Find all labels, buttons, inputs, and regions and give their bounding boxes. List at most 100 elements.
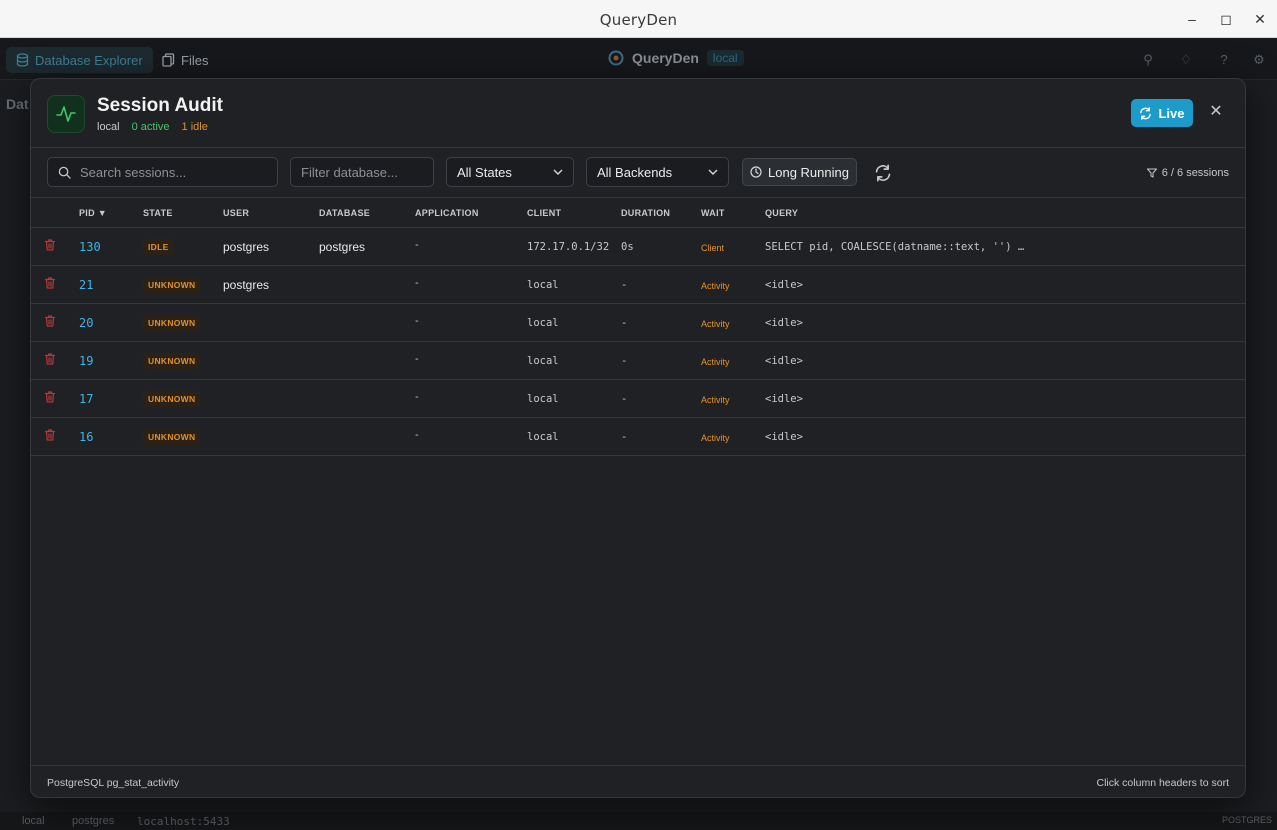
close-icon[interactable]: ✕ (1207, 103, 1225, 121)
status-connection: local (22, 815, 45, 827)
backend-select-value: All Backends (597, 164, 673, 180)
table-row[interactable]: 17 UNKNOWN - local - Activity <idle> (31, 380, 1245, 418)
table-row[interactable]: 130 IDLE postgres postgres - 172.17.0.1/… (31, 228, 1245, 266)
column-header-database[interactable]: DATABASE (319, 208, 370, 218)
duration-cell: - (621, 355, 628, 367)
footer-hint: Click column headers to sort (1096, 777, 1229, 789)
column-header-wait[interactable]: WAIT (701, 208, 725, 218)
query-cell: <idle> (765, 431, 803, 443)
trash-icon[interactable] (43, 428, 57, 442)
window-title: QueryDen (599, 11, 678, 29)
status-engine: POSTGRES (1222, 815, 1273, 825)
database-cell: postgres (319, 240, 366, 254)
pid-cell: 17 (79, 392, 94, 406)
client-cell: local (527, 393, 559, 405)
search-icon[interactable]: ⚲ (1140, 52, 1156, 68)
state-badge: UNKNOWN (143, 353, 201, 369)
application-cell: - (415, 315, 419, 327)
duration-cell: - (621, 279, 628, 291)
clock-icon (750, 166, 762, 178)
column-header-query[interactable]: QUERY (765, 208, 798, 218)
search-input[interactable] (80, 164, 260, 180)
wait-cell: Activity (701, 319, 730, 329)
column-header-pid[interactable]: PID ▼ (79, 208, 107, 218)
table-row[interactable]: 16 UNKNOWN - local - Activity <idle> (31, 418, 1245, 456)
session-audit-modal: Session Audit local 0 active 1 idle Live… (30, 78, 1246, 798)
footer-source: PostgreSQL pg_stat_activity (47, 777, 180, 789)
os-titlebar: QueryDen – ◻ ✕ (0, 0, 1277, 38)
table-row[interactable]: 20 UNKNOWN - local - Activity <idle> (31, 304, 1245, 342)
session-count: 6 / 6 sessions (1146, 167, 1229, 179)
column-header-client[interactable]: CLIENT (527, 208, 561, 218)
client-cell: local (527, 317, 559, 329)
trash-icon[interactable] (43, 238, 57, 252)
filter-toolbar: All States All Backends Long Running 6 /… (31, 148, 1245, 198)
table-body: 130 IDLE postgres postgres - 172.17.0.1/… (31, 228, 1245, 456)
column-header-application[interactable]: APPLICATION (415, 208, 479, 218)
tab-label: Database Explorer (35, 52, 143, 68)
state-badge: UNKNOWN (143, 315, 201, 331)
state-badge: UNKNOWN (143, 429, 201, 445)
column-header-state[interactable]: STATE (143, 208, 173, 218)
application-cell: - (415, 391, 419, 403)
close-window-icon[interactable]: ✕ (1250, 9, 1270, 29)
application-cell: - (415, 277, 419, 289)
status-database: postgres (72, 815, 115, 827)
trash-icon[interactable] (43, 352, 57, 366)
trash-icon[interactable] (43, 314, 57, 328)
modal-header: Session Audit local 0 active 1 idle Live… (31, 79, 1245, 148)
files-icon (162, 53, 175, 67)
status-bar: local postgres localhost:5433 POSTGRES (0, 812, 1277, 830)
maximize-icon[interactable]: ◻ (1216, 9, 1236, 29)
application-cell: - (415, 239, 419, 251)
app-header: Database Explorer Files QueryDen local ⚲… (0, 38, 1277, 80)
query-cell: <idle> (765, 393, 803, 405)
database-filter[interactable] (290, 157, 434, 187)
database-icon (16, 53, 29, 67)
bell-icon[interactable]: ♢ (1178, 52, 1194, 68)
table-header: PID ▼ STATE USER DATABASE APPLICATION CL… (31, 198, 1245, 228)
search-icon (58, 166, 71, 179)
table-row[interactable]: 21 UNKNOWN postgres - local - Activity <… (31, 266, 1245, 304)
session-count-label: 6 / 6 sessions (1161, 167, 1229, 179)
client-cell: local (527, 279, 559, 291)
live-button[interactable]: Live (1131, 99, 1193, 127)
idle-count: 1 idle (181, 121, 208, 133)
pid-cell: 20 (79, 316, 94, 330)
pid-cell: 19 (79, 354, 94, 368)
application-cell: - (415, 429, 419, 441)
tab-files[interactable]: Files (152, 47, 218, 73)
user-cell: postgres (223, 278, 270, 292)
wait-cell: Activity (701, 357, 730, 367)
help-icon[interactable]: ? (1216, 52, 1232, 68)
pid-cell: 21 (79, 278, 94, 292)
app-brand: QueryDen local (608, 50, 744, 66)
client-cell: local (527, 355, 559, 367)
sessions-table: PID ▼ STATE USER DATABASE APPLICATION CL… (31, 198, 1245, 456)
long-running-button[interactable]: Long Running (742, 158, 857, 186)
query-cell: <idle> (765, 317, 803, 329)
wait-cell: Activity (701, 395, 730, 405)
tab-database-explorer[interactable]: Database Explorer (6, 47, 153, 73)
host-label: local (97, 121, 120, 133)
backend-select[interactable]: All Backends (586, 157, 729, 187)
tab-label: Files (181, 52, 209, 68)
column-header-duration[interactable]: DURATION (621, 208, 670, 218)
long-running-label: Long Running (768, 164, 849, 180)
database-filter-input[interactable] (301, 164, 426, 180)
minimize-icon[interactable]: – (1182, 9, 1202, 29)
gear-icon[interactable]: ⚙ (1251, 52, 1267, 68)
query-cell: <idle> (765, 355, 803, 367)
trash-icon[interactable] (43, 390, 57, 404)
state-select[interactable]: All States (446, 157, 574, 187)
filter-icon (1146, 168, 1157, 178)
table-row[interactable]: 19 UNKNOWN - local - Activity <idle> (31, 342, 1245, 380)
trash-icon[interactable] (43, 276, 57, 290)
duration-cell: - (621, 431, 628, 443)
active-count: 0 active (131, 121, 170, 133)
status-host: localhost:5433 (137, 815, 230, 828)
refresh-icon[interactable] (874, 164, 892, 182)
column-header-user[interactable]: USER (223, 208, 249, 218)
live-label: Live (1158, 105, 1185, 121)
search-box[interactable] (47, 157, 278, 187)
